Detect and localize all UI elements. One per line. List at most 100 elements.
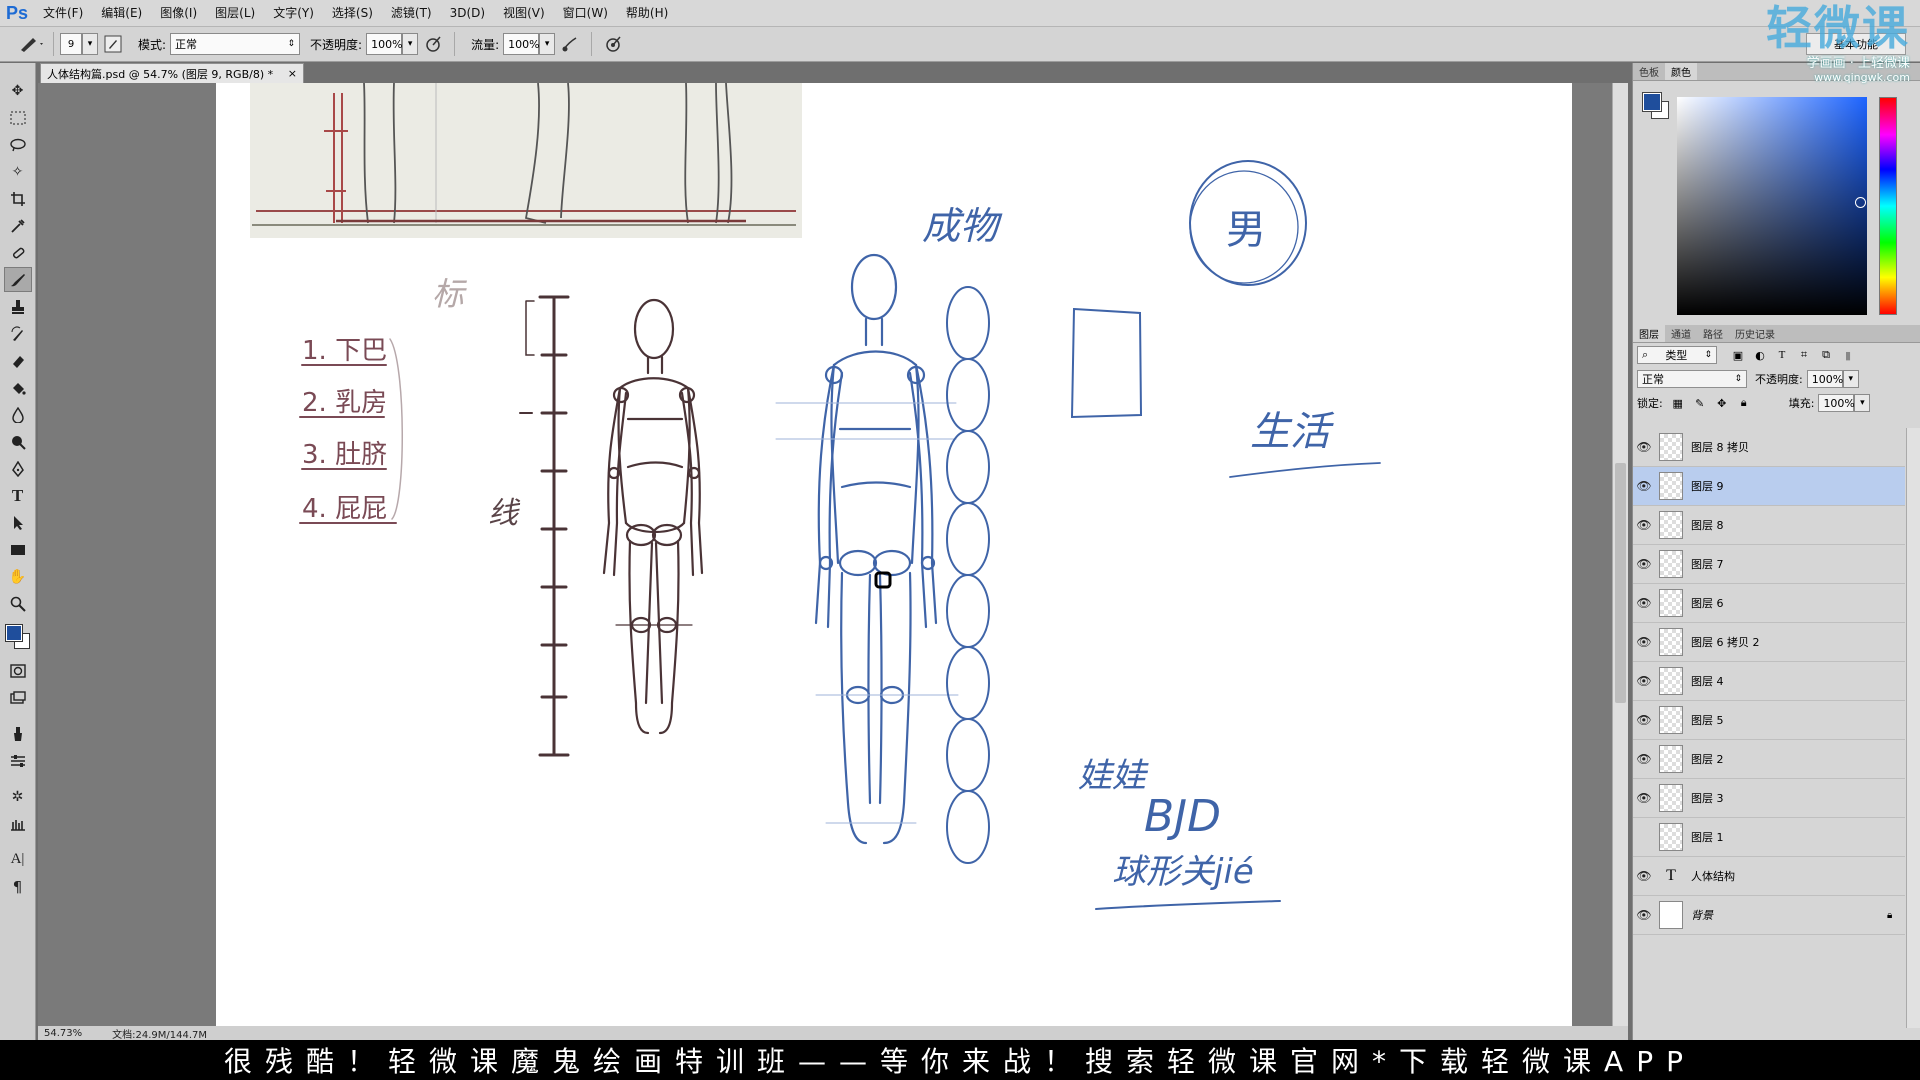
visibility-eye-icon[interactable]: 👁︎	[1633, 479, 1655, 493]
zoom-readout[interactable]: 54.73%	[44, 1028, 82, 1039]
lock-position-icon[interactable]: ✥	[1715, 396, 1729, 410]
layer-row[interactable]: 👁︎ 图层 6 拷贝 2	[1633, 623, 1905, 662]
quick-select-tool-icon[interactable]: ✧	[4, 159, 32, 184]
color-field[interactable]	[1677, 97, 1867, 315]
layer-name[interactable]: 图层 2	[1691, 751, 1905, 767]
document-tab[interactable]: 人体结构篇.psd @ 54.7% (图层 9, RGB/8) * ×	[40, 63, 304, 83]
blur-tool-icon[interactable]	[4, 402, 32, 427]
chevron-down-icon[interactable]: ▾	[1854, 394, 1871, 412]
visibility-eye-icon[interactable]: 👁︎	[1633, 518, 1655, 532]
menu-select[interactable]: 选择(S)	[323, 0, 382, 27]
chevron-down-icon[interactable]: ▾	[539, 33, 556, 55]
screen-mode-icon[interactable]	[4, 685, 32, 710]
pressure-size-icon[interactable]	[601, 32, 625, 56]
brush-size-box[interactable]: 9	[60, 33, 82, 55]
history-brush-tool-icon[interactable]	[4, 321, 32, 346]
layer-name[interactable]: 图层 8	[1691, 517, 1905, 533]
layer-name[interactable]: 图层 5	[1691, 712, 1905, 728]
brush-presets-icon[interactable]	[4, 811, 32, 836]
brush-settings-icon[interactable]: ✲	[4, 784, 32, 809]
visibility-eye-icon[interactable]: 👁︎	[1633, 752, 1655, 766]
scroll-thumb[interactable]	[1615, 463, 1626, 703]
path-select-tool-icon[interactable]	[4, 510, 32, 535]
hue-slider[interactable]	[1879, 97, 1897, 315]
brush-panel-icon[interactable]	[101, 32, 125, 56]
layer-name[interactable]: 图层 1	[1691, 829, 1905, 845]
tab-paths[interactable]: 路径	[1697, 325, 1729, 342]
layer-row[interactable]: 👁︎ 图层 1	[1633, 818, 1905, 857]
layer-row[interactable]: 👁︎ 图层 5	[1633, 701, 1905, 740]
vertical-scrollbar[interactable]	[1612, 83, 1628, 1040]
shape-filter-icon[interactable]: ⌗	[1797, 348, 1811, 362]
lock-all-icon[interactable]: 🔒︎	[1737, 396, 1751, 410]
rotate-view-tool-icon[interactable]: ✋	[4, 564, 32, 589]
layers-scrollbar[interactable]	[1906, 428, 1920, 1028]
smart-object-filter-icon[interactable]: ⧉	[1819, 348, 1833, 362]
layer-row[interactable]: 👁︎ 背景 🔒︎	[1633, 896, 1905, 935]
chevron-down-icon[interactable]: ▾	[1842, 370, 1859, 388]
color-swatches[interactable]	[4, 623, 32, 651]
layer-row[interactable]: 👁︎ 图层 8	[1633, 506, 1905, 545]
blend-mode-select[interactable]: 正常 ⇕	[1637, 370, 1747, 388]
flow-input[interactable]: 100%	[503, 33, 540, 55]
lock-pixels-icon[interactable]: ✎	[1693, 396, 1707, 410]
type-tool-icon[interactable]: T	[4, 483, 32, 508]
lasso-tool-icon[interactable]	[4, 132, 32, 157]
layer-row[interactable]: 👁︎ T 人体结构	[1633, 857, 1905, 896]
tab-history[interactable]: 历史记录	[1729, 325, 1781, 342]
pressure-opacity-icon[interactable]	[421, 32, 445, 56]
pixel-filter-icon[interactable]: ▣	[1731, 348, 1745, 362]
tab-layers[interactable]: 图层	[1633, 325, 1665, 342]
visibility-eye-icon[interactable]: 👁︎	[1633, 557, 1655, 571]
menu-view[interactable]: 视图(V)	[494, 0, 554, 27]
layer-name[interactable]: 图层 8 拷贝	[1691, 439, 1905, 455]
layer-row[interactable]: 👁︎ 图层 4	[1633, 662, 1905, 701]
paragraph-icon[interactable]: ¶	[4, 874, 32, 899]
layer-name[interactable]: 人体结构	[1691, 868, 1905, 884]
visibility-eye-icon[interactable]: 👁︎	[1633, 440, 1655, 454]
layer-row[interactable]: 👁︎ 图层 3	[1633, 779, 1905, 818]
menu-image[interactable]: 图像(I)	[151, 0, 206, 27]
dodge-tool-icon[interactable]	[4, 429, 32, 454]
mode-select[interactable]: 正常 ⇕	[170, 33, 301, 55]
quick-mask-icon[interactable]	[4, 658, 32, 683]
layer-row[interactable]: 👁︎ 图层 7	[1633, 545, 1905, 584]
eyedropper-tool-icon[interactable]	[4, 213, 32, 238]
layer-name[interactable]: 图层 9	[1691, 478, 1905, 494]
layer-name[interactable]: 图层 6	[1691, 595, 1905, 611]
eraser-tool-icon[interactable]	[4, 348, 32, 373]
brush-tool-icon[interactable]	[3, 267, 32, 292]
adjustment-filter-icon[interactable]: ◐	[1753, 348, 1767, 362]
layer-filter-select[interactable]: ⌕ 类型 ⇕	[1637, 346, 1717, 364]
close-icon[interactable]: ×	[288, 67, 297, 80]
menu-3d[interactable]: 3D(D)	[441, 0, 494, 27]
layer-name[interactable]: 图层 3	[1691, 790, 1905, 806]
zoom-tool-icon[interactable]	[4, 591, 32, 616]
visibility-eye-icon[interactable]: 👁︎	[1633, 635, 1655, 649]
tab-channels[interactable]: 通道	[1665, 325, 1697, 342]
visibility-eye-icon[interactable]: 👁︎	[1633, 596, 1655, 610]
layer-opacity-input[interactable]: 100%	[1806, 370, 1843, 388]
marquee-tool-icon[interactable]	[4, 105, 32, 130]
color-picker-marker[interactable]	[1855, 197, 1866, 208]
foreground-color-chip[interactable]	[1642, 92, 1662, 112]
menu-type[interactable]: 文字(Y)	[264, 0, 323, 27]
layer-name[interactable]: 背景	[1691, 907, 1887, 923]
rectangle-tool-icon[interactable]	[4, 537, 32, 562]
airbrush-icon[interactable]	[558, 32, 582, 56]
visibility-eye-icon[interactable]: 👁︎	[1633, 869, 1655, 883]
visibility-eye-icon[interactable]: 👁︎	[1633, 674, 1655, 688]
menu-window[interactable]: 窗口(W)	[554, 0, 617, 27]
lock-transparency-icon[interactable]: ▦	[1671, 396, 1685, 410]
menu-file[interactable]: 文件(F)	[34, 0, 92, 27]
menu-layer[interactable]: 图层(L)	[206, 0, 264, 27]
opacity-input[interactable]: 100%	[366, 33, 403, 55]
clone-stamp-tool-icon[interactable]	[4, 294, 32, 319]
move-tool-icon[interactable]: ✥	[4, 78, 32, 103]
menu-filter[interactable]: 滤镜(T)	[382, 0, 441, 27]
layer-name[interactable]: 图层 6 拷贝 2	[1691, 634, 1905, 650]
layer-name[interactable]: 图层 4	[1691, 673, 1905, 689]
visibility-eye-icon[interactable]: 👁︎	[1633, 791, 1655, 805]
filter-toggle-icon[interactable]: ▮	[1841, 348, 1855, 362]
brush-preset-icon[interactable]	[18, 32, 44, 56]
